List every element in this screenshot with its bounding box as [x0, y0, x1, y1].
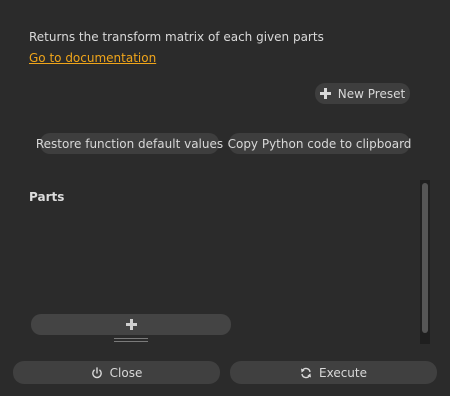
parts-scrollbar[interactable]: [420, 180, 430, 344]
parts-label: Parts: [29, 190, 65, 204]
execute-label: Execute: [319, 365, 367, 380]
close-button[interactable]: Close: [13, 361, 220, 384]
documentation-link[interactable]: Go to documentation: [29, 50, 156, 66]
add-part-button[interactable]: [31, 314, 231, 335]
execute-button[interactable]: Execute: [230, 361, 437, 384]
parts-scrollbar-thumb[interactable]: [422, 183, 428, 333]
restore-defaults-label: Restore function default values: [35, 136, 224, 151]
close-label: Close: [109, 365, 143, 380]
new-preset-label: New Preset: [337, 86, 406, 101]
copy-python-button[interactable]: Copy Python code to clipboard: [227, 133, 412, 154]
function-description: Returns the transform matrix of each giv…: [29, 30, 324, 44]
copy-python-label: Copy Python code to clipboard: [227, 136, 412, 151]
plus-icon: [125, 319, 137, 330]
refresh-icon: [301, 367, 311, 378]
new-preset-button[interactable]: New Preset: [315, 83, 410, 104]
resize-grip[interactable]: [114, 338, 148, 343]
power-icon: [91, 366, 102, 378]
plus-icon: [319, 88, 331, 99]
restore-defaults-button[interactable]: Restore function default values: [36, 133, 223, 154]
